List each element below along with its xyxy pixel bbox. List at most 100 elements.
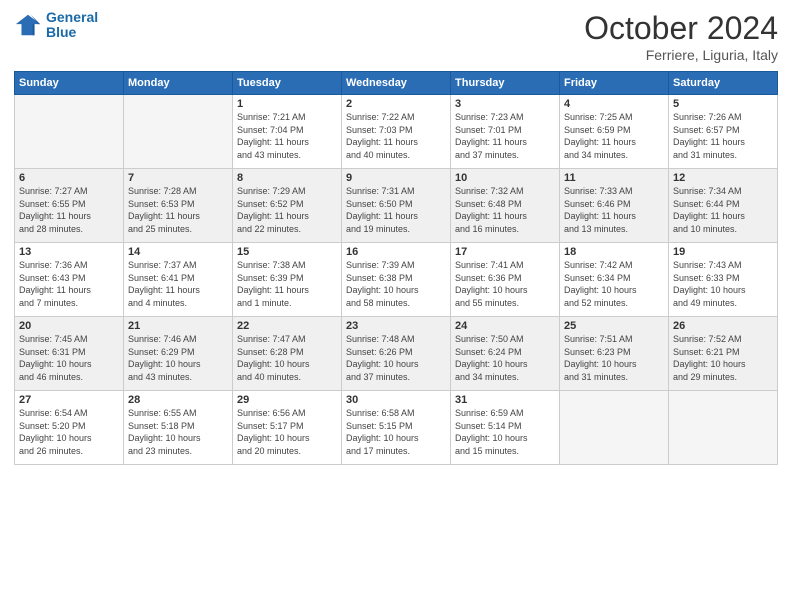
day-number: 22 bbox=[237, 320, 337, 332]
calendar-table: SundayMondayTuesdayWednesdayThursdayFrid… bbox=[14, 71, 778, 465]
calendar-cell: 7Sunrise: 7:28 AM Sunset: 6:53 PM Daylig… bbox=[124, 169, 233, 243]
location: Ferriere, Liguria, Italy bbox=[584, 47, 778, 63]
calendar-cell: 6Sunrise: 7:27 AM Sunset: 6:55 PM Daylig… bbox=[15, 169, 124, 243]
calendar-body: 1Sunrise: 7:21 AM Sunset: 7:04 PM Daylig… bbox=[15, 95, 778, 465]
day-number: 26 bbox=[673, 320, 773, 332]
calendar-cell: 4Sunrise: 7:25 AM Sunset: 6:59 PM Daylig… bbox=[560, 95, 669, 169]
calendar-cell: 15Sunrise: 7:38 AM Sunset: 6:39 PM Dayli… bbox=[233, 243, 342, 317]
day-number: 19 bbox=[673, 246, 773, 258]
day-info: Sunrise: 7:28 AM Sunset: 6:53 PM Dayligh… bbox=[128, 185, 228, 235]
day-number: 7 bbox=[128, 172, 228, 184]
day-info: Sunrise: 7:41 AM Sunset: 6:36 PM Dayligh… bbox=[455, 259, 555, 309]
day-info: Sunrise: 6:56 AM Sunset: 5:17 PM Dayligh… bbox=[237, 407, 337, 457]
header-cell-saturday: Saturday bbox=[669, 72, 778, 95]
day-info: Sunrise: 7:34 AM Sunset: 6:44 PM Dayligh… bbox=[673, 185, 773, 235]
logo-blue: Blue bbox=[46, 24, 76, 40]
day-number: 12 bbox=[673, 172, 773, 184]
day-info: Sunrise: 7:23 AM Sunset: 7:01 PM Dayligh… bbox=[455, 111, 555, 161]
day-number: 1 bbox=[237, 98, 337, 110]
day-info: Sunrise: 7:52 AM Sunset: 6:21 PM Dayligh… bbox=[673, 333, 773, 383]
calendar-cell bbox=[124, 95, 233, 169]
day-number: 5 bbox=[673, 98, 773, 110]
day-info: Sunrise: 7:42 AM Sunset: 6:34 PM Dayligh… bbox=[564, 259, 664, 309]
day-number: 25 bbox=[564, 320, 664, 332]
day-info: Sunrise: 7:48 AM Sunset: 6:26 PM Dayligh… bbox=[346, 333, 446, 383]
day-number: 2 bbox=[346, 98, 446, 110]
day-number: 27 bbox=[19, 394, 119, 406]
header-cell-friday: Friday bbox=[560, 72, 669, 95]
day-info: Sunrise: 7:33 AM Sunset: 6:46 PM Dayligh… bbox=[564, 185, 664, 235]
day-info: Sunrise: 7:27 AM Sunset: 6:55 PM Dayligh… bbox=[19, 185, 119, 235]
day-info: Sunrise: 7:29 AM Sunset: 6:52 PM Dayligh… bbox=[237, 185, 337, 235]
calendar-cell: 3Sunrise: 7:23 AM Sunset: 7:01 PM Daylig… bbox=[451, 95, 560, 169]
calendar-cell: 31Sunrise: 6:59 AM Sunset: 5:14 PM Dayli… bbox=[451, 391, 560, 465]
day-number: 6 bbox=[19, 172, 119, 184]
day-info: Sunrise: 7:37 AM Sunset: 6:41 PM Dayligh… bbox=[128, 259, 228, 309]
day-number: 15 bbox=[237, 246, 337, 258]
calendar-cell: 10Sunrise: 7:32 AM Sunset: 6:48 PM Dayli… bbox=[451, 169, 560, 243]
logo-icon bbox=[14, 11, 42, 39]
calendar-cell: 21Sunrise: 7:46 AM Sunset: 6:29 PM Dayli… bbox=[124, 317, 233, 391]
calendar-cell: 8Sunrise: 7:29 AM Sunset: 6:52 PM Daylig… bbox=[233, 169, 342, 243]
calendar-cell bbox=[15, 95, 124, 169]
calendar-cell: 16Sunrise: 7:39 AM Sunset: 6:38 PM Dayli… bbox=[342, 243, 451, 317]
calendar-cell: 5Sunrise: 7:26 AM Sunset: 6:57 PM Daylig… bbox=[669, 95, 778, 169]
day-info: Sunrise: 7:32 AM Sunset: 6:48 PM Dayligh… bbox=[455, 185, 555, 235]
day-number: 9 bbox=[346, 172, 446, 184]
calendar-week-row: 1Sunrise: 7:21 AM Sunset: 7:04 PM Daylig… bbox=[15, 95, 778, 169]
calendar-cell: 28Sunrise: 6:55 AM Sunset: 5:18 PM Dayli… bbox=[124, 391, 233, 465]
calendar-cell: 27Sunrise: 6:54 AM Sunset: 5:20 PM Dayli… bbox=[15, 391, 124, 465]
calendar-week-row: 6Sunrise: 7:27 AM Sunset: 6:55 PM Daylig… bbox=[15, 169, 778, 243]
calendar-cell: 13Sunrise: 7:36 AM Sunset: 6:43 PM Dayli… bbox=[15, 243, 124, 317]
day-number: 14 bbox=[128, 246, 228, 258]
calendar-cell: 9Sunrise: 7:31 AM Sunset: 6:50 PM Daylig… bbox=[342, 169, 451, 243]
day-number: 3 bbox=[455, 98, 555, 110]
calendar-cell: 1Sunrise: 7:21 AM Sunset: 7:04 PM Daylig… bbox=[233, 95, 342, 169]
calendar-week-row: 27Sunrise: 6:54 AM Sunset: 5:20 PM Dayli… bbox=[15, 391, 778, 465]
day-info: Sunrise: 7:26 AM Sunset: 6:57 PM Dayligh… bbox=[673, 111, 773, 161]
day-number: 31 bbox=[455, 394, 555, 406]
day-info: Sunrise: 7:45 AM Sunset: 6:31 PM Dayligh… bbox=[19, 333, 119, 383]
calendar-cell: 19Sunrise: 7:43 AM Sunset: 6:33 PM Dayli… bbox=[669, 243, 778, 317]
header-cell-sunday: Sunday bbox=[15, 72, 124, 95]
calendar-cell: 11Sunrise: 7:33 AM Sunset: 6:46 PM Dayli… bbox=[560, 169, 669, 243]
day-info: Sunrise: 7:51 AM Sunset: 6:23 PM Dayligh… bbox=[564, 333, 664, 383]
day-info: Sunrise: 7:21 AM Sunset: 7:04 PM Dayligh… bbox=[237, 111, 337, 161]
day-number: 11 bbox=[564, 172, 664, 184]
day-number: 29 bbox=[237, 394, 337, 406]
calendar-cell: 29Sunrise: 6:56 AM Sunset: 5:17 PM Dayli… bbox=[233, 391, 342, 465]
calendar-cell: 25Sunrise: 7:51 AM Sunset: 6:23 PM Dayli… bbox=[560, 317, 669, 391]
calendar-cell: 12Sunrise: 7:34 AM Sunset: 6:44 PM Dayli… bbox=[669, 169, 778, 243]
calendar-cell: 20Sunrise: 7:45 AM Sunset: 6:31 PM Dayli… bbox=[15, 317, 124, 391]
day-info: Sunrise: 7:36 AM Sunset: 6:43 PM Dayligh… bbox=[19, 259, 119, 309]
day-info: Sunrise: 7:50 AM Sunset: 6:24 PM Dayligh… bbox=[455, 333, 555, 383]
title-block: October 2024 Ferriere, Liguria, Italy bbox=[584, 10, 778, 63]
day-number: 13 bbox=[19, 246, 119, 258]
day-number: 8 bbox=[237, 172, 337, 184]
day-number: 23 bbox=[346, 320, 446, 332]
calendar-cell bbox=[560, 391, 669, 465]
day-info: Sunrise: 7:22 AM Sunset: 7:03 PM Dayligh… bbox=[346, 111, 446, 161]
day-info: Sunrise: 7:25 AM Sunset: 6:59 PM Dayligh… bbox=[564, 111, 664, 161]
calendar-cell: 23Sunrise: 7:48 AM Sunset: 6:26 PM Dayli… bbox=[342, 317, 451, 391]
header: General Blue October 2024 Ferriere, Ligu… bbox=[14, 10, 778, 63]
day-info: Sunrise: 6:55 AM Sunset: 5:18 PM Dayligh… bbox=[128, 407, 228, 457]
calendar-cell: 2Sunrise: 7:22 AM Sunset: 7:03 PM Daylig… bbox=[342, 95, 451, 169]
day-info: Sunrise: 7:38 AM Sunset: 6:39 PM Dayligh… bbox=[237, 259, 337, 309]
calendar-cell bbox=[669, 391, 778, 465]
calendar-cell: 17Sunrise: 7:41 AM Sunset: 6:36 PM Dayli… bbox=[451, 243, 560, 317]
logo-text: General Blue bbox=[46, 10, 98, 41]
day-info: Sunrise: 7:46 AM Sunset: 6:29 PM Dayligh… bbox=[128, 333, 228, 383]
calendar-cell: 30Sunrise: 6:58 AM Sunset: 5:15 PM Dayli… bbox=[342, 391, 451, 465]
logo: General Blue bbox=[14, 10, 98, 41]
day-number: 16 bbox=[346, 246, 446, 258]
calendar-week-row: 20Sunrise: 7:45 AM Sunset: 6:31 PM Dayli… bbox=[15, 317, 778, 391]
day-info: Sunrise: 7:39 AM Sunset: 6:38 PM Dayligh… bbox=[346, 259, 446, 309]
calendar-cell: 26Sunrise: 7:52 AM Sunset: 6:21 PM Dayli… bbox=[669, 317, 778, 391]
day-number: 21 bbox=[128, 320, 228, 332]
day-number: 10 bbox=[455, 172, 555, 184]
month-title: October 2024 bbox=[584, 10, 778, 47]
calendar-cell: 22Sunrise: 7:47 AM Sunset: 6:28 PM Dayli… bbox=[233, 317, 342, 391]
day-number: 28 bbox=[128, 394, 228, 406]
calendar-cell: 18Sunrise: 7:42 AM Sunset: 6:34 PM Dayli… bbox=[560, 243, 669, 317]
